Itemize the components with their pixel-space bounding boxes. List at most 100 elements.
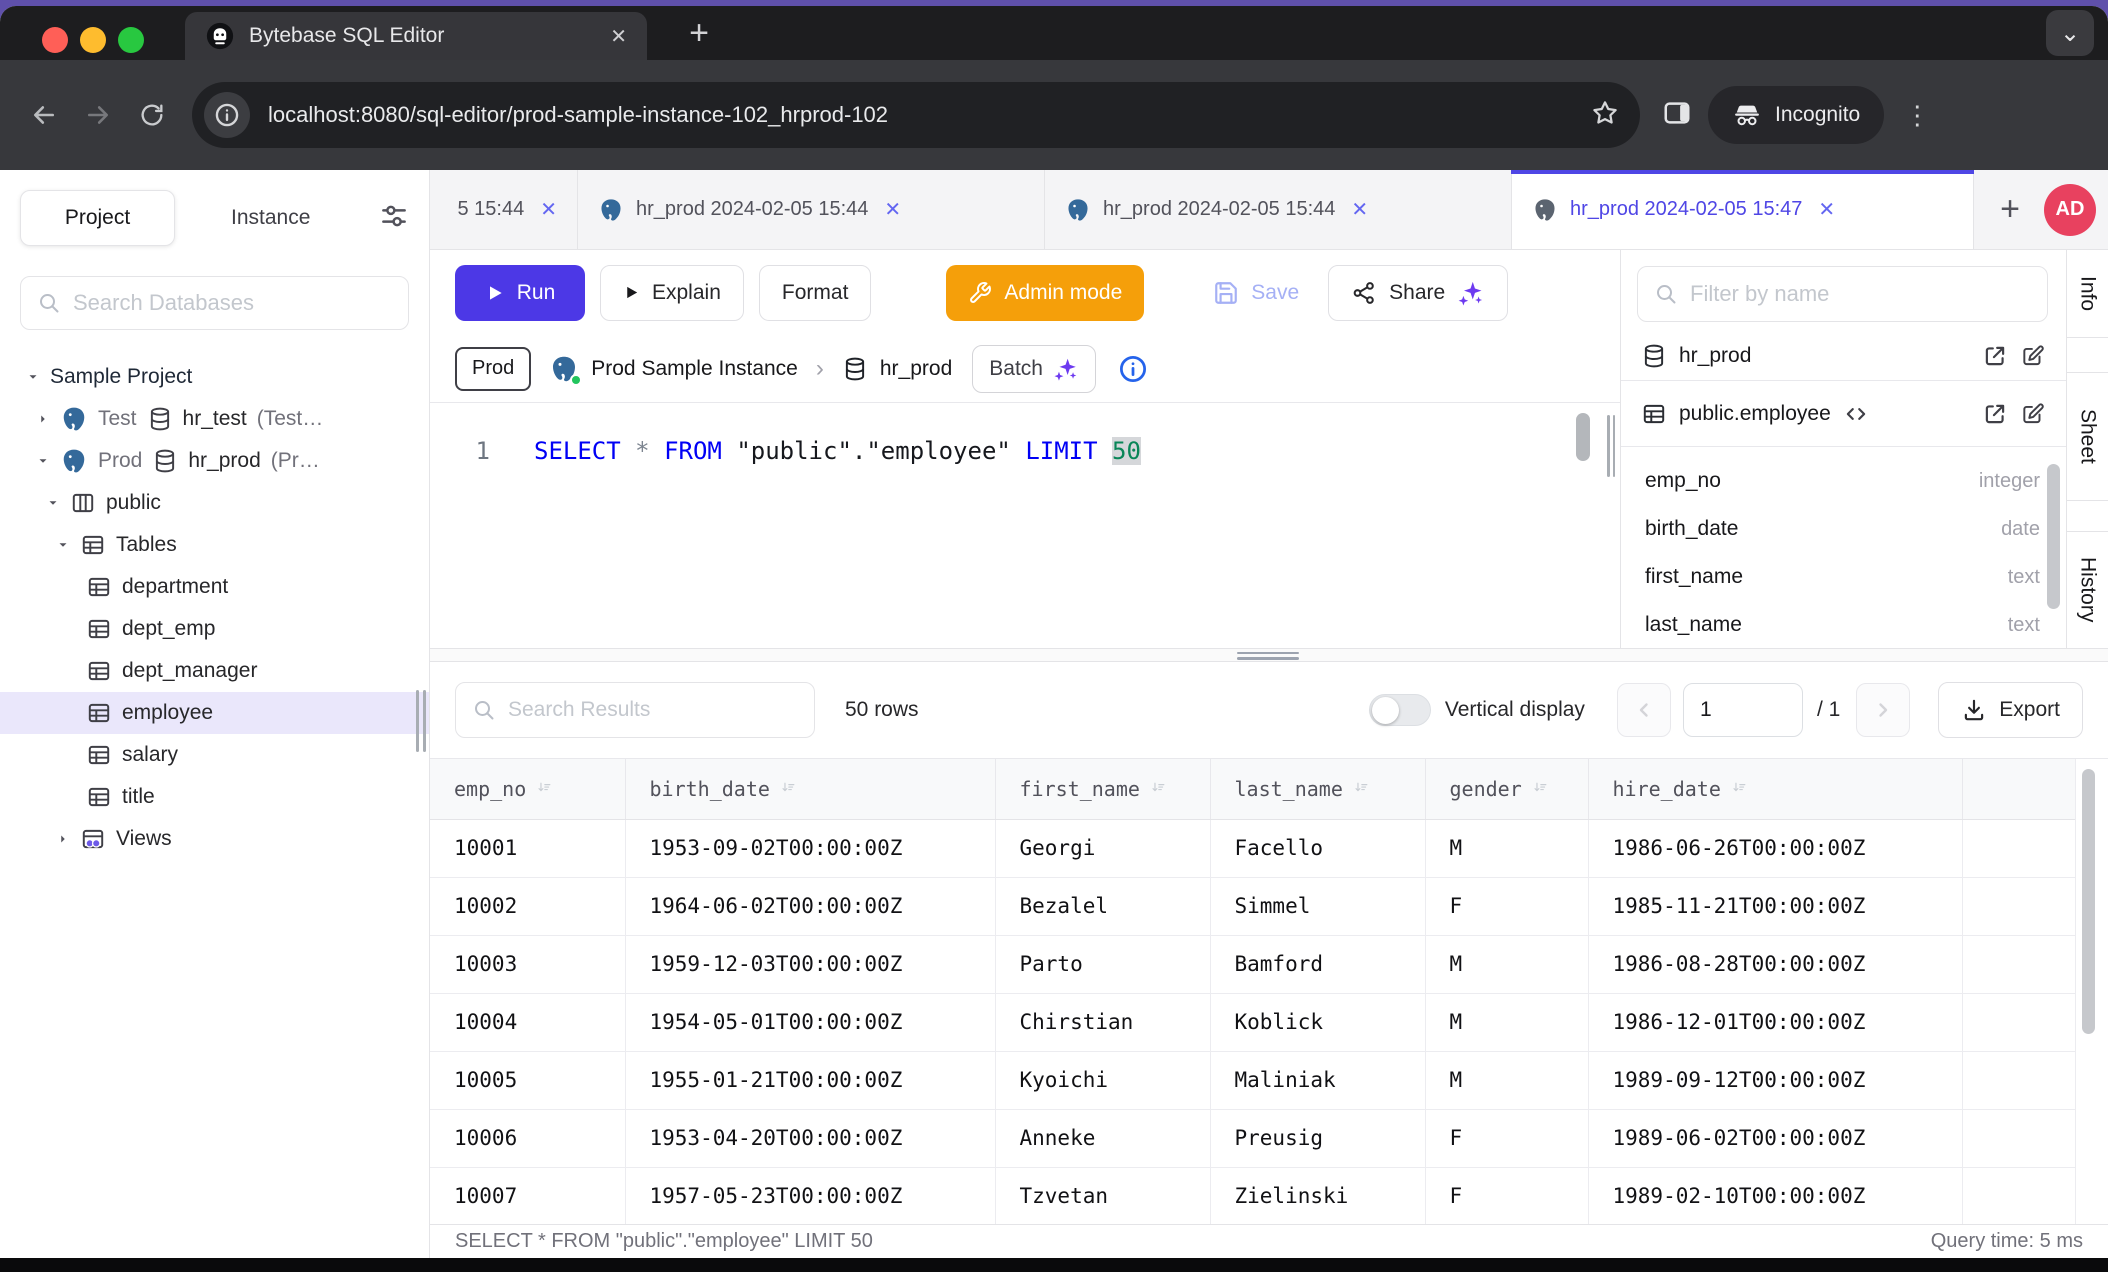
connection-info-icon[interactable] <box>1118 354 1148 384</box>
cell-first_name[interactable]: Chirstian <box>995 993 1210 1051</box>
sheet-tab-1[interactable]: 5 15:44 ✕ <box>430 170 578 249</box>
cell-birth_date[interactable]: 1953-09-02T00:00:00Z <box>625 819 995 877</box>
schema-scrollbar[interactable] <box>2047 464 2060 609</box>
caret-down-icon[interactable] <box>36 454 50 468</box>
cell-last_name[interactable]: Bamford <box>1210 935 1425 993</box>
save-button[interactable]: Save <box>1199 265 1313 321</box>
sql-code-tokens[interactable]: SELECT * FROM "public"."employee" LIMIT … <box>534 437 1141 465</box>
column-header-first_name[interactable]: first_name <box>995 759 1210 819</box>
open-external-icon[interactable] <box>1982 343 2008 369</box>
tab-sheet[interactable]: Sheet <box>2067 372 2108 501</box>
panel-resize-handle[interactable] <box>1607 415 1615 477</box>
schema-database-row[interactable]: hr_prod <box>1621 331 2066 381</box>
tree-item-project[interactable]: Sample Project <box>20 356 409 398</box>
cell-last_name[interactable]: Maliniak <box>1210 1051 1425 1109</box>
cell-hire_date[interactable]: 1986-06-26T00:00:00Z <box>1588 819 1962 877</box>
cell-emp_no[interactable]: 10007 <box>430 1167 625 1224</box>
tab-info[interactable]: Info <box>2067 250 2108 338</box>
column-header-birth_date[interactable]: birth_date <box>625 759 995 819</box>
table-row[interactable]: 100051955-01-21T00:00:00ZKyoichiMaliniak… <box>430 1051 2075 1109</box>
instance-name[interactable]: Prod Sample Instance <box>591 357 798 381</box>
cell-hire_date[interactable]: 1989-06-02T00:00:00Z <box>1588 1109 1962 1167</box>
close-sheet-icon[interactable]: ✕ <box>1818 197 1835 222</box>
sidebar-resize-handle[interactable] <box>416 690 426 752</box>
new-browser-tab-button[interactable]: + <box>676 10 722 56</box>
close-window-button[interactable] <box>42 27 68 53</box>
cell-birth_date[interactable]: 1957-05-23T00:00:00Z <box>625 1167 995 1224</box>
tree-item-views-group[interactable]: Views <box>20 818 409 860</box>
browser-tab[interactable]: Bytebase SQL Editor ✕ <box>185 12 647 60</box>
cell-hire_date[interactable]: 1989-02-10T00:00:00Z <box>1588 1167 1962 1224</box>
explain-button[interactable]: Explain <box>600 265 744 321</box>
sort-icon[interactable] <box>536 780 553 797</box>
cell-first_name[interactable]: Kyoichi <box>995 1051 1210 1109</box>
results-search[interactable] <box>455 682 815 738</box>
export-button[interactable]: Export <box>1938 682 2083 738</box>
caret-down-icon[interactable] <box>46 496 60 510</box>
sort-icon[interactable] <box>1532 780 1549 797</box>
cell-emp_no[interactable]: 10003 <box>430 935 625 993</box>
close-sheet-icon[interactable]: ✕ <box>540 197 557 222</box>
edit-icon[interactable] <box>2020 343 2046 369</box>
edit-icon[interactable] <box>2020 401 2046 427</box>
caret-down-icon[interactable] <box>56 538 70 552</box>
cell-birth_date[interactable]: 1959-12-03T00:00:00Z <box>625 935 995 993</box>
sql-editor[interactable]: 1 SELECT * FROM "public"."employee" LIMI… <box>430 403 1620 648</box>
schema-table-row[interactable]: public.employee <box>1621 381 2066 447</box>
tree-item-table-employee[interactable]: employee <box>0 692 429 734</box>
cell-gender[interactable]: M <box>1425 819 1588 877</box>
schema-filter[interactable] <box>1637 266 2048 322</box>
cell-last_name[interactable]: Facello <box>1210 819 1425 877</box>
cell-gender[interactable]: M <box>1425 993 1588 1051</box>
close-sheet-icon[interactable]: ✕ <box>884 197 901 222</box>
cell-hire_date[interactable]: 1985-11-21T00:00:00Z <box>1588 877 1962 935</box>
table-row[interactable]: 100071957-05-23T00:00:00ZTzvetanZielinsk… <box>430 1167 2075 1224</box>
cell-hire_date[interactable]: 1986-08-28T00:00:00Z <box>1588 935 1962 993</box>
batch-button[interactable]: Batch <box>972 345 1096 393</box>
bookmark-star-icon[interactable] <box>1590 98 1620 133</box>
close-sheet-icon[interactable]: ✕ <box>1351 197 1368 222</box>
cell-birth_date[interactable]: 1953-04-20T00:00:00Z <box>625 1109 995 1167</box>
cell-gender[interactable]: F <box>1425 1109 1588 1167</box>
cell-last_name[interactable]: Koblick <box>1210 993 1425 1051</box>
tree-item-test-database[interactable]: Test hr_test (Test… <box>20 398 409 440</box>
tab-search-button[interactable]: ⌄ <box>2046 10 2094 56</box>
forward-button[interactable] <box>76 93 120 137</box>
tree-item-tables-group[interactable]: Tables <box>20 524 409 566</box>
results-search-input[interactable] <box>508 698 798 722</box>
filter-settings-icon[interactable] <box>379 201 409 236</box>
format-button[interactable]: Format <box>759 265 872 321</box>
tree-item-schema-public[interactable]: public <box>20 482 409 524</box>
cell-emp_no[interactable]: 10004 <box>430 993 625 1051</box>
open-external-icon[interactable] <box>1982 401 2008 427</box>
cell-emp_no[interactable]: 10005 <box>430 1051 625 1109</box>
ai-sparkles-icon[interactable] <box>1457 279 1485 307</box>
results-resize-divider[interactable] <box>430 648 2108 662</box>
sort-icon[interactable] <box>780 780 797 797</box>
close-tab-icon[interactable]: ✕ <box>610 24 627 49</box>
schema-column[interactable]: first_name text <box>1645 553 2040 601</box>
table-row[interactable]: 100061953-04-20T00:00:00ZAnnekePreusigF1… <box>430 1109 2075 1167</box>
database-search-input[interactable] <box>73 290 392 316</box>
cell-last_name[interactable]: Zielinski <box>1210 1167 1425 1224</box>
new-sheet-button[interactable]: + <box>1990 190 2030 229</box>
cell-gender[interactable]: F <box>1425 877 1588 935</box>
minimize-window-button[interactable] <box>80 27 106 53</box>
sheet-tab-4-active[interactable]: hr_prod 2024-02-05 15:47 ✕ <box>1512 170 1974 249</box>
divider-handle-icon[interactable] <box>1237 652 1299 660</box>
scrollbar-thumb[interactable] <box>2082 769 2095 1034</box>
vertical-display-toggle[interactable] <box>1369 694 1431 726</box>
tree-item-table-dept_manager[interactable]: dept_manager <box>20 650 409 692</box>
tab-project[interactable]: Project <box>20 190 175 246</box>
sheet-tab-2[interactable]: hr_prod 2024-02-05 15:44 ✕ <box>578 170 1045 249</box>
cell-emp_no[interactable]: 10006 <box>430 1109 625 1167</box>
cell-gender[interactable]: M <box>1425 1051 1588 1109</box>
cell-first_name[interactable]: Anneke <box>995 1109 1210 1167</box>
tab-history[interactable]: History <box>2067 531 2108 648</box>
back-button[interactable] <box>22 93 66 137</box>
caret-down-icon[interactable] <box>26 370 40 384</box>
tree-item-table-dept_emp[interactable]: dept_emp <box>20 608 409 650</box>
cell-birth_date[interactable]: 1954-05-01T00:00:00Z <box>625 993 995 1051</box>
share-button[interactable]: Share <box>1328 265 1508 321</box>
previous-page-button[interactable] <box>1617 683 1671 737</box>
